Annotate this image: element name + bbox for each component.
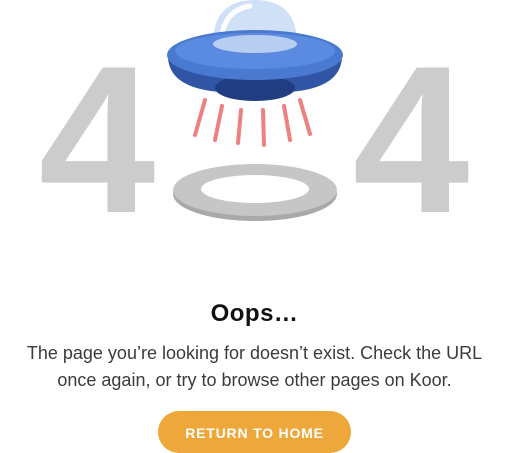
tractor-beam-icon xyxy=(193,98,312,147)
ufo-icon xyxy=(167,0,343,101)
left-digit-four: 4 xyxy=(39,22,156,235)
error-message: The page you’re looking for doesn’t exis… xyxy=(0,340,509,394)
404-illustration: 4 4 xyxy=(0,0,509,235)
not-found-page: 4 4 Oops… The page you’re looking for do… xyxy=(0,0,509,453)
page-title: Oops… xyxy=(210,300,299,327)
portal-ring-icon xyxy=(173,164,337,221)
return-to-home-button[interactable]: RETURN TO HOME xyxy=(158,411,351,453)
error-message-line-2: once again, or try to browse other pages… xyxy=(57,370,452,390)
right-digit-four: 4 xyxy=(353,22,470,235)
error-message-line-1: The page you’re looking for doesn’t exis… xyxy=(26,343,483,363)
